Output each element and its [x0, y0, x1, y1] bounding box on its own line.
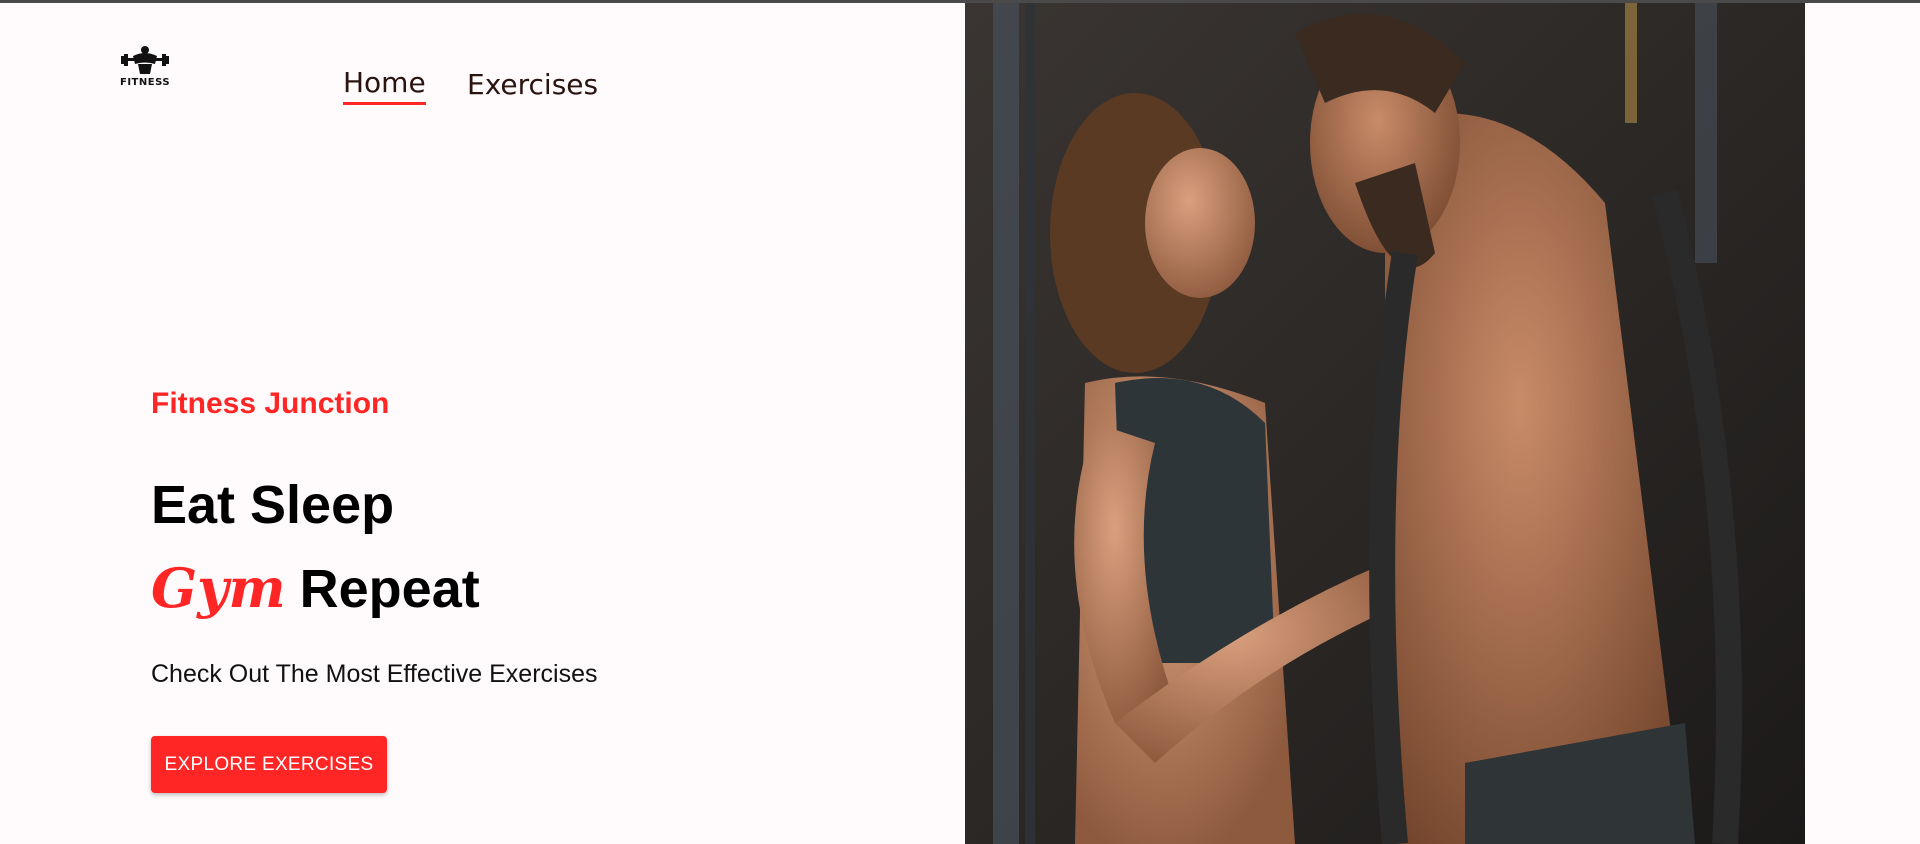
banner-photo: [965, 3, 1805, 844]
logo[interactable]: FITNESS: [120, 44, 170, 90]
headline-accent: Gym: [151, 556, 286, 620]
headline-rest: Repeat: [299, 559, 480, 619]
logo-text: FITNESS: [120, 77, 171, 88]
headline-line-1: Eat Sleep: [151, 475, 395, 535]
headline-line-2: Gym Repeat: [151, 556, 480, 620]
brand-title: Fitness Junction: [151, 387, 390, 420]
nav-exercises-link[interactable]: Exercises: [467, 68, 598, 101]
explore-exercises-button[interactable]: EXPLORE EXERCISES: [151, 736, 387, 793]
page: FITNESS Home Exercises Fitness Junction …: [0, 0, 1920, 844]
hero-subtitle: Check Out The Most Effective Exercises: [151, 660, 598, 688]
bodybuilder-logo-icon: [121, 46, 169, 74]
nav-home-link[interactable]: Home: [343, 66, 426, 105]
